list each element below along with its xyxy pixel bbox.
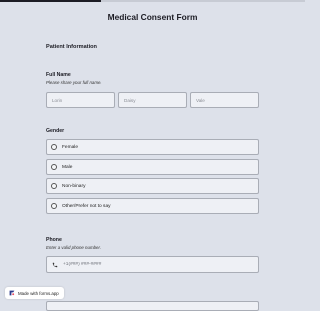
radio-icon[interactable]: [51, 203, 57, 209]
radio-icon[interactable]: [51, 183, 57, 189]
gender-option-non-binary[interactable]: Non-binary: [46, 178, 259, 194]
phone-icon: [52, 262, 58, 268]
gender-option-label: Other/Prefer not to say: [62, 203, 111, 209]
made-with-badge[interactable]: Made with forms.app: [5, 287, 64, 299]
forms-app-logo-icon: [9, 290, 15, 296]
section-title: Patient Information: [46, 44, 97, 50]
radio-icon[interactable]: [51, 144, 57, 150]
gender-label: Gender: [46, 128, 65, 134]
full-name-label: Full Name: [46, 72, 71, 78]
last-name-input[interactable]: [190, 92, 259, 108]
full-name-help: Please share your full name.: [46, 80, 102, 85]
gender-option-other[interactable]: Other/Prefer not to say: [46, 198, 259, 214]
middle-name-input[interactable]: [118, 92, 187, 108]
phone-field[interactable]: [46, 256, 259, 273]
form-title: Medical Consent Form: [107, 12, 198, 22]
badge-text: Made with forms.app: [18, 290, 59, 296]
first-name-input[interactable]: [46, 92, 115, 108]
gender-option-female[interactable]: Female: [46, 139, 259, 155]
gender-option-label: Non-binary: [62, 183, 86, 189]
phone-input[interactable]: [63, 262, 258, 267]
gender-option-male[interactable]: Male: [46, 159, 259, 175]
radio-icon[interactable]: [51, 164, 57, 170]
phone-help: Enter a valid phone number.: [46, 245, 101, 250]
next-question-card[interactable]: [46, 301, 259, 311]
phone-label: Phone: [46, 237, 62, 243]
gender-option-label: Female: [62, 144, 78, 150]
progress-bar: [0, 0, 305, 2]
progress-bar-fill: [0, 0, 101, 2]
gender-option-label: Male: [62, 164, 73, 170]
